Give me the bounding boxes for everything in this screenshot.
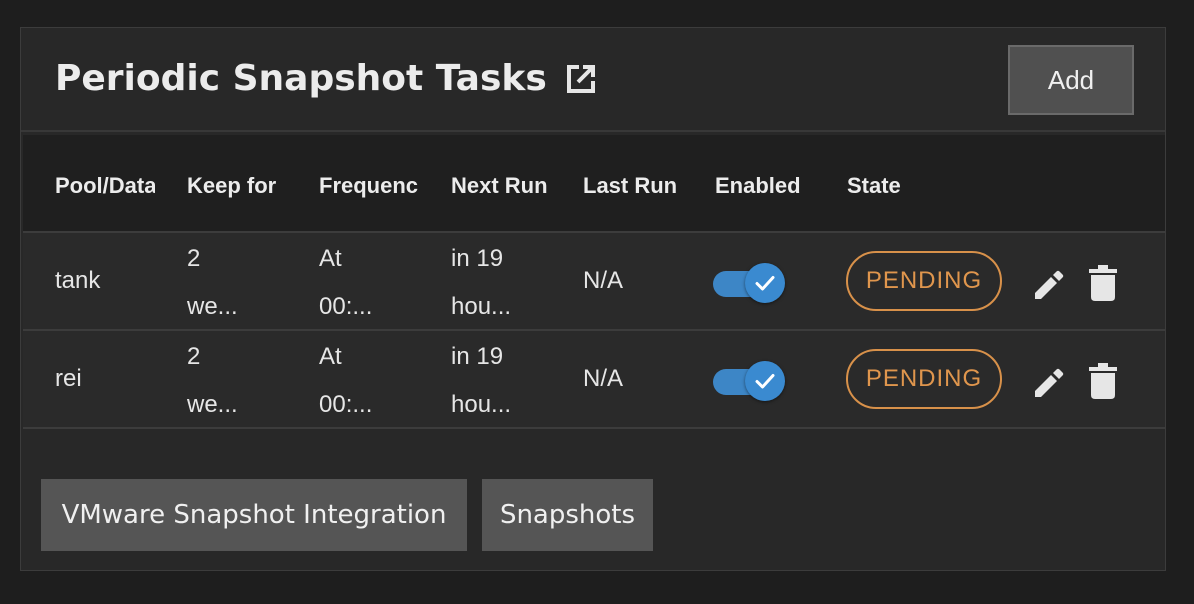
column-header-enabled[interactable]: Enabled [715,173,825,199]
snapshot-tasks-table: Pool/Data Keep for Frequenc Next Run Las… [23,135,1165,429]
cell-keep-for-line1: 2 [187,343,201,370]
status-badge[interactable]: PENDING [846,349,1002,409]
open-in-new-icon[interactable] [561,59,601,99]
cell-pool: tank [55,267,101,294]
cell-next-run-line1: in 19 [451,245,504,272]
check-icon [745,361,785,401]
edit-pencil-icon[interactable] [1029,263,1065,303]
delete-trash-icon[interactable] [1085,263,1121,303]
table-header: Pool/Data Keep for Frequenc Next Run Las… [23,135,1165,233]
cell-frequency: At 00:... [319,333,429,429]
table-row: tank 2 we... At 00:... in 19 hou... N/A [23,233,1165,331]
column-header-last-run[interactable]: Last Run [583,173,693,199]
edit-pencil-icon[interactable] [1029,361,1065,401]
cell-keep-for: 2 we... [187,333,297,429]
cell-keep-for-line2: we... [187,293,238,320]
status-badge[interactable]: PENDING [846,251,1002,311]
cell-keep-for: 2 we... [187,235,297,331]
cell-frequency: At 00:... [319,235,429,331]
cell-next-run-line2: hou... [451,293,512,320]
cell-pool: rei [55,365,82,392]
cell-next-run: in 19 hou... [451,333,561,429]
periodic-snapshot-card: Periodic Snapshot Tasks Add Pool/Data Ke… [20,27,1166,571]
cell-frequency-line2: 00:... [319,391,373,418]
card-title: Periodic Snapshot Tasks [55,58,601,99]
cell-last-run: N/A [583,267,624,294]
cell-frequency-line1: At [319,245,342,272]
cell-next-run-line1: in 19 [451,343,504,370]
card-header: Periodic Snapshot Tasks Add [21,28,1165,132]
column-header-next-run[interactable]: Next Run [451,173,561,199]
column-header-pool[interactable]: Pool/Data [55,173,155,199]
column-header-state[interactable]: State [847,173,957,199]
enabled-toggle[interactable] [713,361,787,401]
page-title: Periodic Snapshot Tasks [55,58,547,99]
snapshots-button[interactable]: Snapshots [482,479,653,551]
table-row: rei 2 we... At 00:... in 19 hou... N/A P… [23,331,1165,429]
cell-last-run: N/A [583,365,624,392]
enabled-toggle[interactable] [713,263,787,303]
cell-next-run: in 19 hou... [451,235,561,331]
column-header-frequency[interactable]: Frequenc [319,173,423,199]
add-button[interactable]: Add [1008,45,1134,115]
cell-frequency-line1: At [319,343,342,370]
column-header-keep-for[interactable]: Keep for [187,173,297,199]
delete-trash-icon[interactable] [1085,361,1121,401]
cell-keep-for-line2: we... [187,391,238,418]
cell-frequency-line2: 00:... [319,293,373,320]
check-icon [745,263,785,303]
cell-keep-for-line1: 2 [187,245,201,272]
vmware-snapshot-integration-button[interactable]: VMware Snapshot Integration [41,479,467,551]
cell-next-run-line2: hou... [451,391,512,418]
